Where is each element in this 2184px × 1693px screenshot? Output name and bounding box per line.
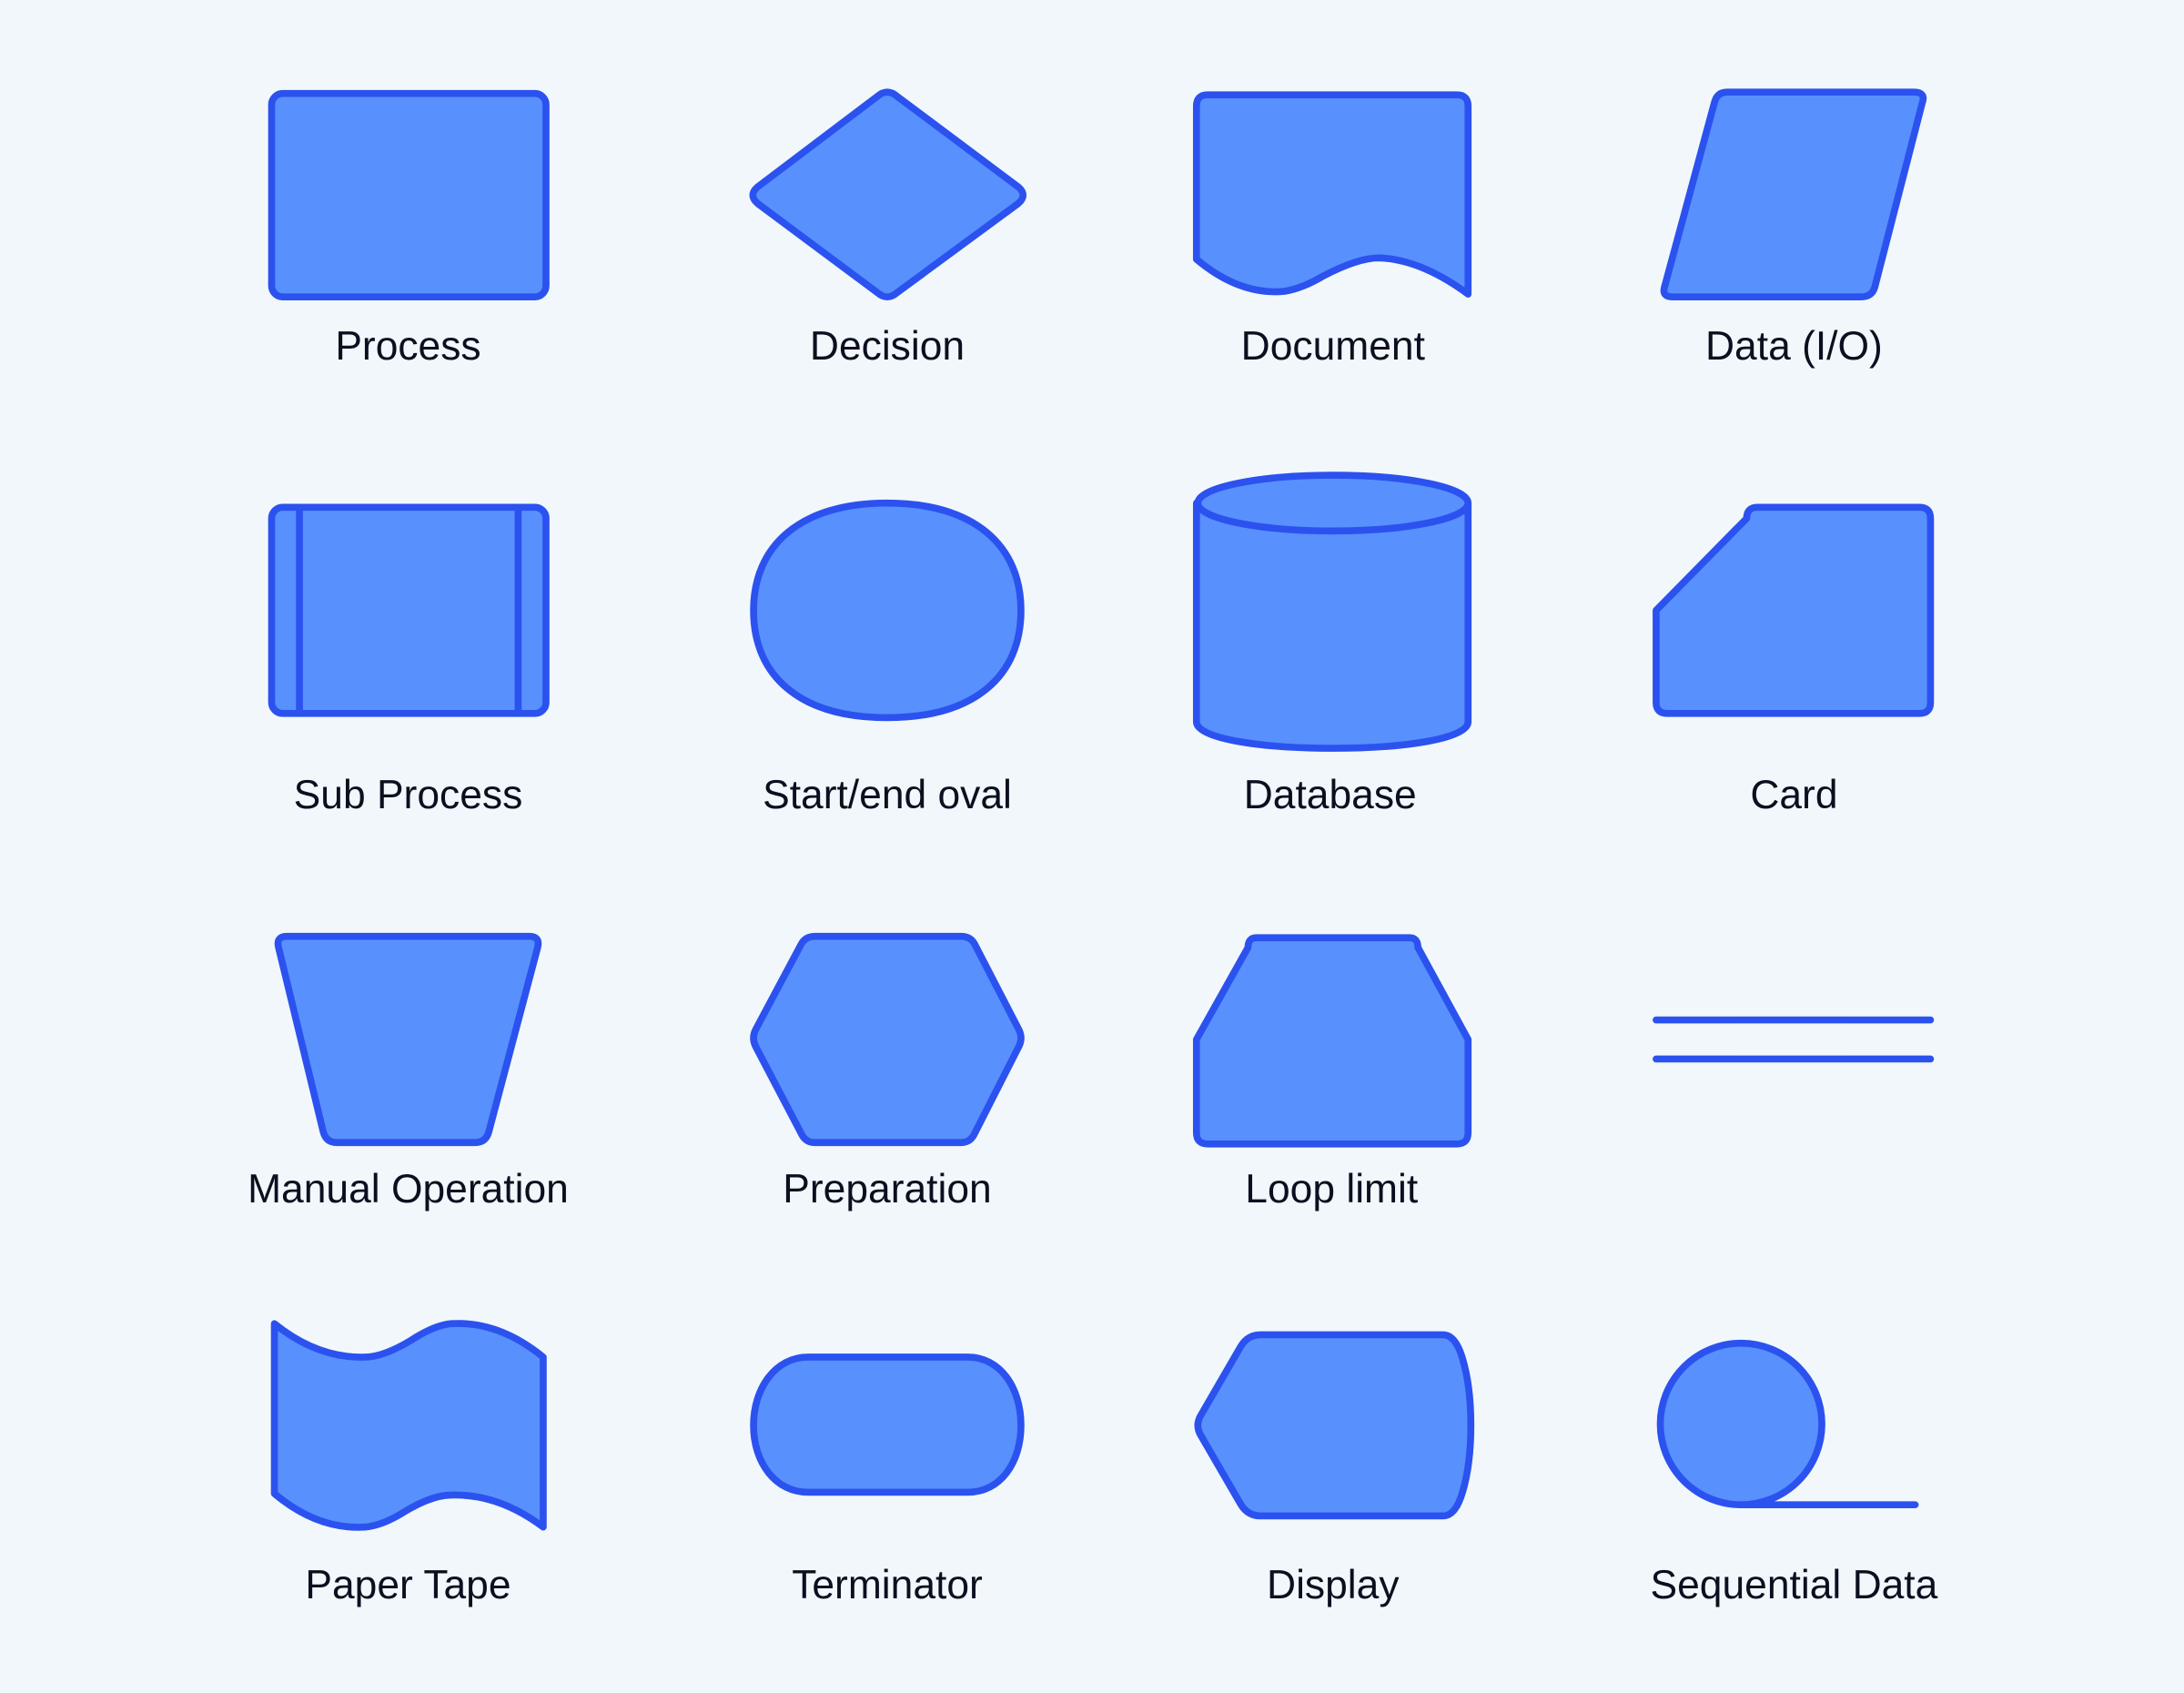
symbol-display: Display [1194,1331,1475,1607]
symbol-card: Card [1653,503,1935,817]
symbol-document: Document [1192,91,1472,369]
flowchart-symbols-diagram: Process Decision Document Data (I/O) Sub… [248,88,1938,1607]
start-end-oval-shape [750,499,1025,722]
sequential-data-label: Sequential Data [1651,1563,1938,1607]
document-label: Document [1241,324,1425,369]
decision-label: Decision [810,324,965,369]
sub-process-label: Sub Process [294,773,523,817]
symbol-terminator: Terminator [750,1353,1025,1607]
symbol-sequential-data: Sequential Data [1651,1339,1938,1607]
symbol-process: Process [268,89,550,369]
process-label: Process [335,324,480,369]
preparation-shape [750,932,1025,1147]
paper-tape-shape [270,1320,547,1531]
loop-limit-label: Loop limit [1245,1167,1418,1211]
data-io-shape [1660,88,1927,300]
symbol-loop-limit: Loop limit [1192,934,1472,1211]
sequential-data-circle [1656,1339,1825,1509]
document-shape [1192,91,1472,298]
symbol-sub-process: Sub Process [268,503,550,817]
display-label: Display [1267,1563,1400,1607]
symbol-manual-operation: Manual Operation [248,932,569,1211]
manual-operation-shape [274,932,542,1147]
symbol-parallel-mode [1653,1016,1935,1063]
symbol-decision: Decision [749,88,1027,369]
start-end-oval-label: Start/end oval [763,773,1012,817]
display-shape [1194,1331,1475,1520]
symbol-paper-tape: Paper Tape [270,1320,547,1607]
decision-shape [749,88,1027,300]
terminator-shape [750,1353,1025,1496]
symbol-database: Database [1192,471,1472,817]
symbol-start-end-oval: Start/end oval [750,499,1025,817]
data-io-label: Data (I/O) [1705,324,1883,369]
symbol-preparation: Preparation [750,932,1025,1211]
card-shape [1653,503,1935,717]
manual-operation-label: Manual Operation [248,1167,569,1211]
loop-limit-shape [1192,934,1472,1148]
database-top [1194,471,1472,535]
process-shape [268,89,550,300]
card-label: Card [1750,773,1837,817]
preparation-label: Preparation [783,1167,991,1211]
symbol-data-io: Data (I/O) [1660,88,1927,369]
sub-process-shape [268,503,550,717]
database-body [1192,499,1472,752]
paper-tape-label: Paper Tape [305,1563,511,1607]
terminator-label: Terminator [792,1563,983,1607]
database-label: Database [1244,773,1417,817]
